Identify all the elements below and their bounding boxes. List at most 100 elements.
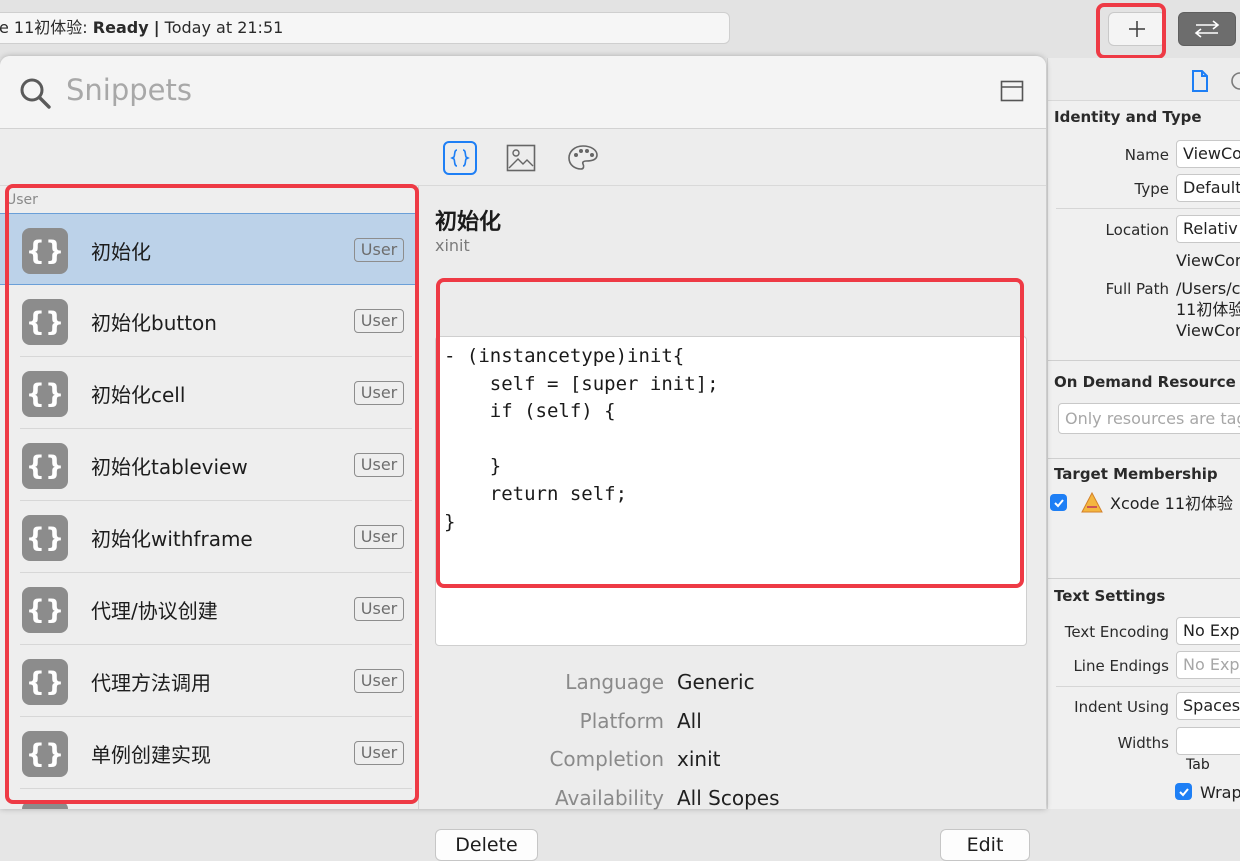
indent-using-label: Indent Using — [1074, 698, 1169, 716]
status-time: Today at 21:51 — [164, 18, 284, 37]
section-divider — [1048, 360, 1240, 361]
location-popup[interactable]: Relativ — [1176, 215, 1240, 243]
status-state: Ready — [92, 18, 149, 37]
history-inspector-icon[interactable] — [1230, 70, 1240, 92]
widths-label: Widths — [1117, 734, 1169, 752]
divider — [1056, 208, 1240, 209]
name-field[interactable]: ViewCo — [1176, 140, 1240, 168]
palette-icon — [568, 145, 598, 170]
inspector-tabs — [1048, 58, 1240, 101]
fullpath-label: Full Path — [1105, 280, 1169, 298]
section-divider — [1048, 458, 1240, 459]
library-add-button[interactable] — [1108, 12, 1166, 46]
code-preview[interactable]: - (instancetype)init{ self = [super init… — [435, 336, 1027, 646]
list-item[interactable]: {} 单例创建实现 User — [0, 717, 418, 789]
code-review-button[interactable] — [1178, 12, 1236, 46]
list-item[interactable]: {} 初始化button User — [0, 285, 418, 357]
braces-icon — [450, 149, 470, 167]
snippet-title: 代理方法调用 — [91, 671, 211, 695]
user-badge: User — [354, 597, 404, 621]
divider — [1056, 686, 1240, 687]
user-badge: User — [354, 669, 404, 693]
snippet-braces-icon: {} — [22, 228, 68, 274]
snippet-list: User {} 初始化 User {} 初始化button User {} 初始… — [0, 186, 419, 809]
list-item[interactable]: {} 初始化 User — [0, 213, 418, 285]
list-item[interactable]: {} 初始化withframe User — [0, 501, 418, 573]
snippet-braces-icon: {} — [22, 299, 68, 345]
wrap-label: Wrap — [1200, 783, 1240, 802]
snippet-braces-icon: {} — [22, 515, 68, 561]
type-label: Type — [1134, 180, 1169, 198]
availability-label: Availability — [554, 786, 664, 810]
snippet-title: 初始化cell — [91, 383, 186, 407]
delete-button[interactable]: Delete — [435, 829, 538, 861]
snippet-title: 单例创建实现 — [91, 743, 211, 767]
activity-status-bar: e 11初体验: Ready | Today at 21:51 — [0, 12, 730, 44]
target-section-title: Target Membership — [1054, 465, 1218, 483]
checkmark-icon — [1178, 787, 1189, 796]
image-icon — [506, 144, 536, 172]
snippet-title: 初始化withframe — [91, 527, 253, 551]
library-view-toggle-icon[interactable] — [1000, 80, 1024, 102]
code-text: - (instancetype)init{ self = [super init… — [444, 345, 719, 533]
target-checkbox[interactable] — [1050, 494, 1067, 511]
type-popup[interactable]: Default — [1176, 174, 1240, 202]
user-badge: User — [354, 381, 404, 405]
completion-label: Completion — [549, 747, 664, 771]
library-tabs — [0, 129, 1046, 186]
line-endings-popup[interactable]: No Exp — [1176, 651, 1240, 679]
snippet-braces-icon: {} — [22, 371, 68, 417]
edit-button[interactable]: Edit — [940, 829, 1030, 861]
snippet-title: 初始化tableview — [91, 455, 248, 479]
tab-colors[interactable] — [566, 141, 600, 175]
list-item[interactable]: {} 代理/协议创建 User — [0, 573, 418, 645]
text-settings-title: Text Settings — [1054, 587, 1166, 605]
search-input[interactable]: Snippets — [66, 73, 192, 107]
plus-icon — [1129, 21, 1145, 37]
user-badge: User — [354, 309, 404, 333]
user-badge: User — [354, 453, 404, 477]
tab-media[interactable] — [504, 141, 538, 175]
group-label: User — [6, 192, 38, 208]
detail-shortcut: xinit — [435, 236, 470, 255]
search-row: Snippets — [0, 56, 1046, 129]
fullpath-line-2: 11初体验 — [1176, 300, 1240, 319]
odr-tags-field[interactable]: Only resources are tag — [1058, 403, 1240, 434]
library-panel: Snippets User {} 初始化 User {} 初始化button U… — [0, 56, 1046, 861]
swap-arrows-icon — [1194, 20, 1220, 38]
fullpath-line-3: ViewCon — [1176, 321, 1240, 340]
encoding-popup[interactable]: No Exp — [1176, 617, 1240, 645]
wrap-checkbox[interactable] — [1175, 783, 1192, 800]
indent-using-popup[interactable]: Spaces — [1176, 692, 1240, 720]
odr-section-title: On Demand Resource Ta — [1054, 373, 1240, 391]
row-divider — [20, 788, 412, 789]
list-item[interactable]: {} 初始化cell User — [0, 357, 418, 429]
file-inspector-icon[interactable] — [1190, 69, 1210, 93]
fullpath-line-1: /Users/c — [1176, 279, 1240, 298]
list-item[interactable]: {} 初始化tableview User — [0, 429, 418, 501]
list-item[interactable]: {} 代理方法调用 User — [0, 645, 418, 717]
name-label: Name — [1124, 146, 1169, 164]
snippet-title: 初始化 — [91, 240, 151, 264]
snippet-detail: 初始化 xinit - (instancetype)init{ self = [… — [419, 186, 1046, 861]
tab-code-snippets[interactable] — [443, 141, 477, 175]
snippet-braces-icon: {} — [22, 443, 68, 489]
location-file: ViewCon — [1176, 251, 1240, 270]
tab-label: Tab — [1186, 757, 1210, 773]
language-label: Language — [565, 670, 664, 694]
snippet-braces-icon: {} — [22, 587, 68, 633]
user-badge: User — [354, 525, 404, 549]
tab-width-field[interactable] — [1176, 727, 1240, 755]
location-label: Location — [1105, 221, 1169, 239]
language-value: Generic — [677, 670, 755, 694]
snippet-braces-icon-partial — [22, 801, 68, 809]
availability-value: All Scopes — [677, 786, 780, 810]
user-badge: User — [354, 741, 404, 765]
platform-label: Platform — [579, 709, 664, 733]
user-badge: User — [354, 238, 404, 262]
target-name: Xcode 11初体验 — [1110, 494, 1233, 513]
line-endings-label: Line Endings — [1073, 657, 1169, 675]
checkmark-icon — [1053, 498, 1064, 507]
snippet-title: 代理/协议创建 — [91, 599, 218, 623]
snippet-title: 初始化button — [91, 311, 217, 335]
